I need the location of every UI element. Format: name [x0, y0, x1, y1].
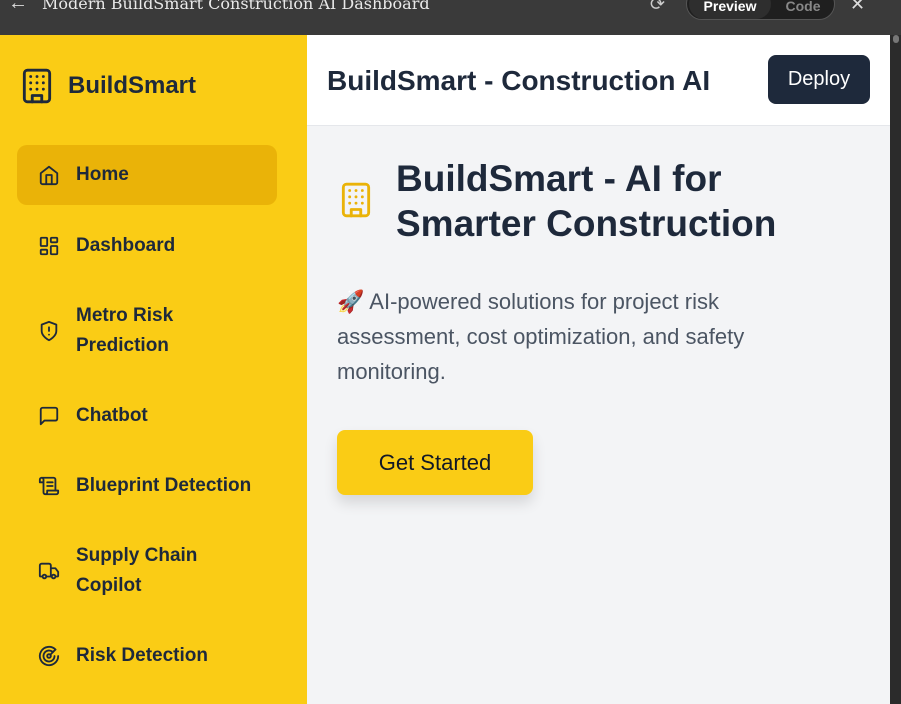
sidebar-item-label: Metro Risk Prediction [76, 305, 174, 356]
sidebar-item-label: Chatbot [76, 405, 148, 426]
header-title: BuildSmart - Construction AI [327, 65, 711, 96]
scroll-icon [38, 476, 60, 496]
sidebar-item-chatbot[interactable]: Chatbot [17, 386, 277, 446]
tab-preview[interactable]: Preview [689, 0, 771, 19]
sidebar-item-label: Supply Chain Copilot [76, 545, 198, 596]
sidebar-item-label: Home [76, 164, 129, 185]
building-icon [22, 68, 52, 104]
sidebar-item-dashboard[interactable]: Dashboard [17, 216, 277, 276]
deploy-button[interactable]: Deploy [768, 55, 870, 104]
close-icon[interactable]: ✕ [850, 0, 865, 15]
sidebar-item-supply-chain-copilot[interactable]: Supply Chain Copilot [17, 541, 277, 601]
dashboard-grid-icon [39, 236, 59, 256]
brand-logo[interactable]: BuildSmart [18, 67, 196, 105]
hero-title: BuildSmart - AI for Smarter Construction [396, 158, 777, 244]
window-title: Modern BuildSmart Construction AI Dashbo… [42, 0, 430, 13]
truck-icon [38, 562, 60, 580]
preview-code-toggle: Preview Code [686, 0, 835, 20]
scrollbar-track[interactable] [890, 35, 901, 704]
building-icon [341, 182, 371, 218]
message-icon [39, 406, 59, 426]
scrollbar-thumb[interactable] [893, 35, 899, 43]
sidebar: BuildSmart Home Dashboard Metro Risk Pre… [0, 35, 307, 704]
top-header: BuildSmart - Construction AI Deploy [307, 35, 890, 126]
sidebar-item-risk-detection[interactable]: Risk Detection [17, 626, 277, 686]
shield-alert-icon [40, 320, 58, 342]
back-arrow-icon[interactable]: ← [8, 0, 28, 15]
window-title-bar: ← Modern BuildSmart Construction AI Dash… [0, 0, 901, 35]
refresh-icon[interactable]: ⟳ [650, 0, 665, 15]
main-content: BuildSmart - AI for Smarter Construction… [307, 126, 890, 704]
hero-subtitle: 🚀 AI-powered solutions for project risk … [337, 289, 745, 384]
sidebar-item-label: Risk Detection [76, 645, 208, 666]
get-started-button[interactable]: Get Started [337, 430, 533, 495]
home-icon [39, 165, 59, 186]
sidebar-item-label: Dashboard [76, 235, 176, 256]
sidebar-item-blueprint-detection[interactable]: Blueprint Detection [17, 456, 277, 516]
tab-code[interactable]: Code [775, 0, 831, 19]
sidebar-item-metro-risk-prediction[interactable]: Metro Risk Prediction [17, 301, 277, 361]
sidebar-item-home[interactable]: Home [17, 145, 277, 205]
radar-icon [38, 645, 60, 667]
brand-name: BuildSmart [68, 72, 197, 99]
sidebar-item-label: Blueprint Detection [76, 475, 252, 496]
